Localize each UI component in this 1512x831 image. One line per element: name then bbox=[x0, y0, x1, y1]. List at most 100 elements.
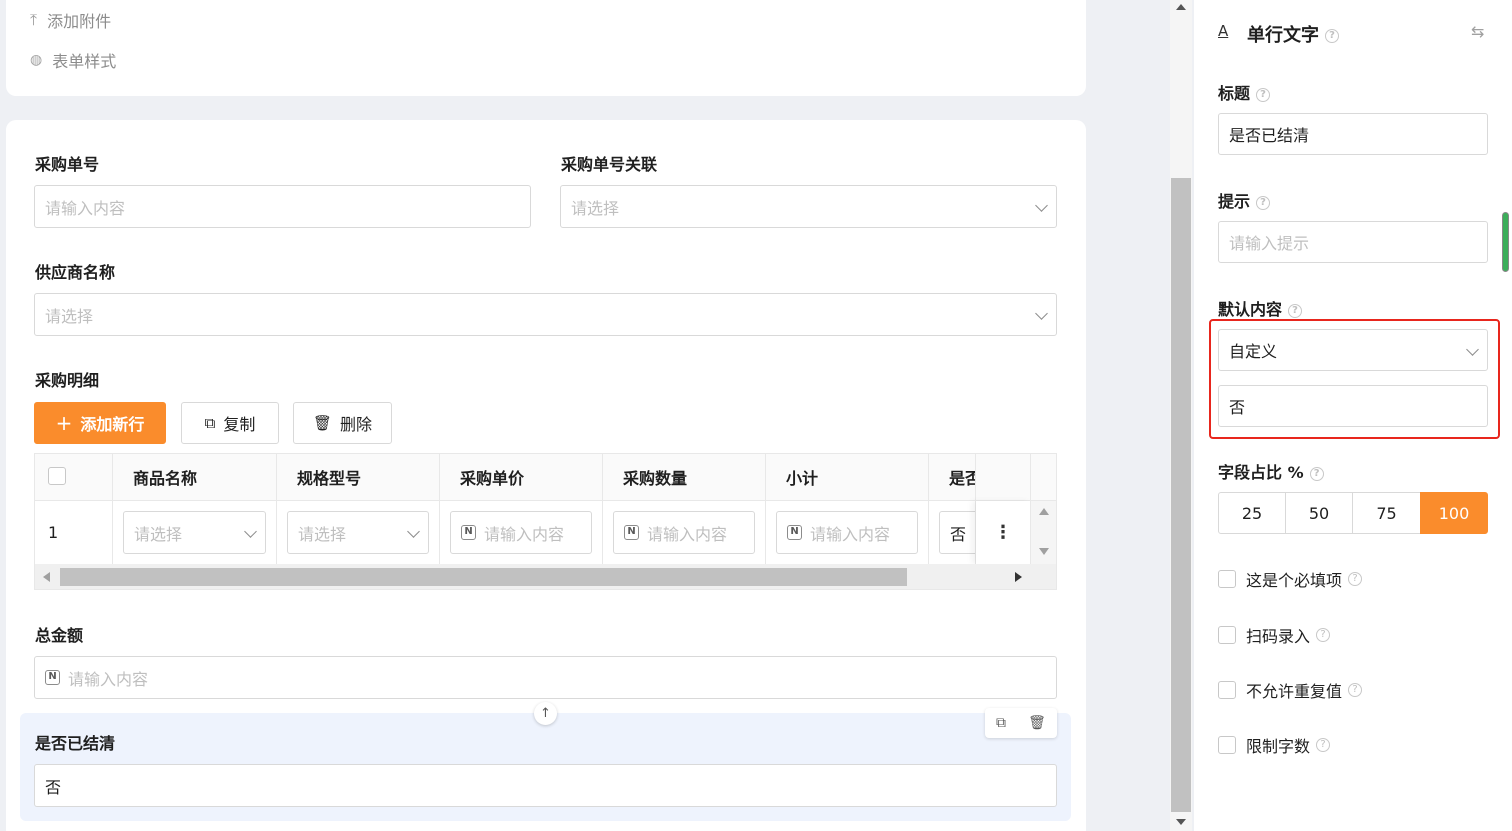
width-option-75[interactable]: 75 bbox=[1352, 492, 1421, 534]
limit-chars-check[interactable]: 限制字数? bbox=[1218, 733, 1331, 757]
table-cell: N 请输入内容 bbox=[766, 501, 929, 564]
copy-button[interactable]: ⧉ 复制 bbox=[181, 402, 279, 444]
column-header: 采购数量 bbox=[603, 453, 766, 501]
chevron-down-icon bbox=[1035, 307, 1048, 320]
purchase-no-input[interactable]: 请输入内容 bbox=[34, 185, 531, 228]
switch-type-icon[interactable]: ⇆ bbox=[1471, 22, 1484, 41]
checkbox[interactable] bbox=[1218, 681, 1236, 699]
panel-title: 单行文字? bbox=[1247, 21, 1339, 47]
title-input[interactable]: 是否已结清 bbox=[1218, 113, 1488, 155]
column-header: 是否 bbox=[929, 453, 976, 501]
hint-input[interactable]: 请输入提示 bbox=[1218, 221, 1488, 263]
number-icon: N bbox=[45, 670, 60, 685]
width-option-100[interactable]: 100 bbox=[1420, 492, 1488, 534]
table-cell: 请选择 bbox=[113, 501, 277, 564]
width-field-label: 字段占比 %? bbox=[1218, 459, 1324, 483]
checkbox[interactable] bbox=[1218, 736, 1236, 754]
default-value-input[interactable]: 否 bbox=[1218, 385, 1488, 427]
form-style-item[interactable]: ◍ 表单样式 bbox=[30, 48, 116, 72]
quantity-input[interactable]: N 请输入内容 bbox=[613, 511, 755, 554]
scroll-left-icon[interactable] bbox=[43, 572, 50, 582]
column-header: 规格型号 bbox=[277, 453, 440, 501]
product-select[interactable]: 请选择 bbox=[123, 511, 266, 554]
required-check[interactable]: 这是个必填项? bbox=[1218, 567, 1363, 591]
table-vertical-scrollbar[interactable] bbox=[1031, 501, 1056, 564]
plus-icon: + bbox=[55, 411, 73, 435]
more-vertical-icon[interactable]: ⋮ bbox=[994, 522, 1012, 543]
trash-icon: 🗑 bbox=[312, 414, 333, 432]
default-mode-select[interactable]: 自定义 bbox=[1218, 329, 1488, 371]
move-up-icon[interactable]: ↑ bbox=[534, 702, 557, 725]
purchase-link-label: 采购单号关联 bbox=[561, 155, 658, 174]
total-label: 总金额 bbox=[35, 626, 84, 645]
palette-icon: ◍ bbox=[30, 52, 43, 68]
delete-button[interactable]: 🗑 删除 bbox=[293, 402, 392, 444]
checkbox[interactable] bbox=[1218, 570, 1236, 588]
table-cell: N 请输入内容 bbox=[440, 501, 603, 564]
scrollbar-thumb[interactable] bbox=[60, 568, 907, 586]
settled-cell-input[interactable]: 否 bbox=[939, 511, 975, 554]
top-menu-card bbox=[6, 0, 1086, 96]
scroll-right-icon[interactable] bbox=[1015, 572, 1022, 582]
row-index-cell: 1 bbox=[35, 501, 113, 564]
supplier-select[interactable]: 请选择 bbox=[34, 293, 1057, 336]
panel-scrollbar-thumb[interactable] bbox=[1502, 212, 1509, 272]
add-row-button[interactable]: + 添加新行 bbox=[34, 402, 166, 444]
default-field-label: 默认内容? bbox=[1218, 296, 1303, 320]
row-actions-cell: ⋮ bbox=[976, 501, 1031, 564]
help-icon: ? bbox=[1256, 195, 1271, 210]
scan-input-check[interactable]: 扫码录入? bbox=[1218, 623, 1331, 647]
unit-price-input[interactable]: N 请输入内容 bbox=[450, 511, 592, 554]
table-cell: 请选择 bbox=[277, 501, 440, 564]
select-all-checkbox[interactable] bbox=[48, 467, 66, 485]
title-field-label: 标题? bbox=[1218, 80, 1271, 104]
table-horizontal-scrollbar[interactable] bbox=[35, 564, 1056, 589]
column-header: 商品名称 bbox=[113, 453, 277, 501]
chevron-down-icon bbox=[244, 525, 257, 538]
supplier-label: 供应商名称 bbox=[35, 263, 116, 282]
scroll-up-icon[interactable] bbox=[1176, 4, 1186, 10]
total-input[interactable]: N 请输入内容 bbox=[34, 656, 1057, 699]
details-label: 采购明细 bbox=[35, 371, 100, 390]
help-icon: ? bbox=[1316, 738, 1331, 752]
canvas-scrollbar[interactable] bbox=[1170, 0, 1192, 831]
trash-icon[interactable]: 🗑 bbox=[1028, 715, 1046, 731]
help-icon: ? bbox=[1348, 572, 1363, 586]
chevron-down-icon bbox=[1035, 199, 1048, 212]
scroll-down-icon[interactable] bbox=[1039, 548, 1049, 555]
help-icon: ? bbox=[1309, 466, 1324, 481]
number-icon: N bbox=[461, 525, 476, 540]
scroll-up-icon[interactable] bbox=[1039, 508, 1049, 515]
help-icon: ? bbox=[1288, 303, 1303, 318]
scroll-down-icon[interactable] bbox=[1176, 819, 1186, 825]
settled-input[interactable]: 否 bbox=[34, 764, 1057, 807]
chevron-down-icon bbox=[1466, 343, 1479, 356]
purchase-link-select[interactable]: 请选择 bbox=[560, 185, 1057, 228]
scrollbar-thumb[interactable] bbox=[1171, 178, 1191, 812]
field-tools: ⧉ 🗑 bbox=[985, 708, 1057, 738]
upload-icon: ⤒ bbox=[30, 10, 38, 29]
help-icon: ? bbox=[1316, 628, 1331, 642]
spec-select[interactable]: 请选择 bbox=[287, 511, 429, 554]
number-icon: N bbox=[787, 525, 802, 540]
copy-icon: ⧉ bbox=[204, 414, 216, 432]
no-duplicate-check[interactable]: 不允许重复值? bbox=[1218, 678, 1363, 702]
add-attachment-item[interactable]: ⤒ 添加附件 bbox=[30, 8, 111, 32]
help-icon: ? bbox=[1348, 683, 1363, 697]
table-cell: 否 bbox=[929, 501, 976, 564]
column-header: 小计 bbox=[766, 453, 929, 501]
chevron-down-icon bbox=[407, 525, 420, 538]
help-icon: ? bbox=[1325, 29, 1339, 43]
width-option-50[interactable]: 50 bbox=[1285, 492, 1353, 534]
select-all-cell bbox=[35, 453, 113, 501]
table-cell: N 请输入内容 bbox=[603, 501, 766, 564]
checkbox[interactable] bbox=[1218, 626, 1236, 644]
width-option-25[interactable]: 25 bbox=[1218, 492, 1286, 534]
subtotal-input[interactable]: N 请输入内容 bbox=[776, 511, 918, 554]
duplicate-icon[interactable]: ⧉ bbox=[996, 715, 1006, 731]
help-icon: ? bbox=[1256, 87, 1271, 102]
purchase-no-label: 采购单号 bbox=[35, 155, 100, 174]
text-field-icon: A bbox=[1218, 22, 1229, 40]
settled-label: 是否已结清 bbox=[35, 734, 116, 753]
number-icon: N bbox=[624, 525, 639, 540]
